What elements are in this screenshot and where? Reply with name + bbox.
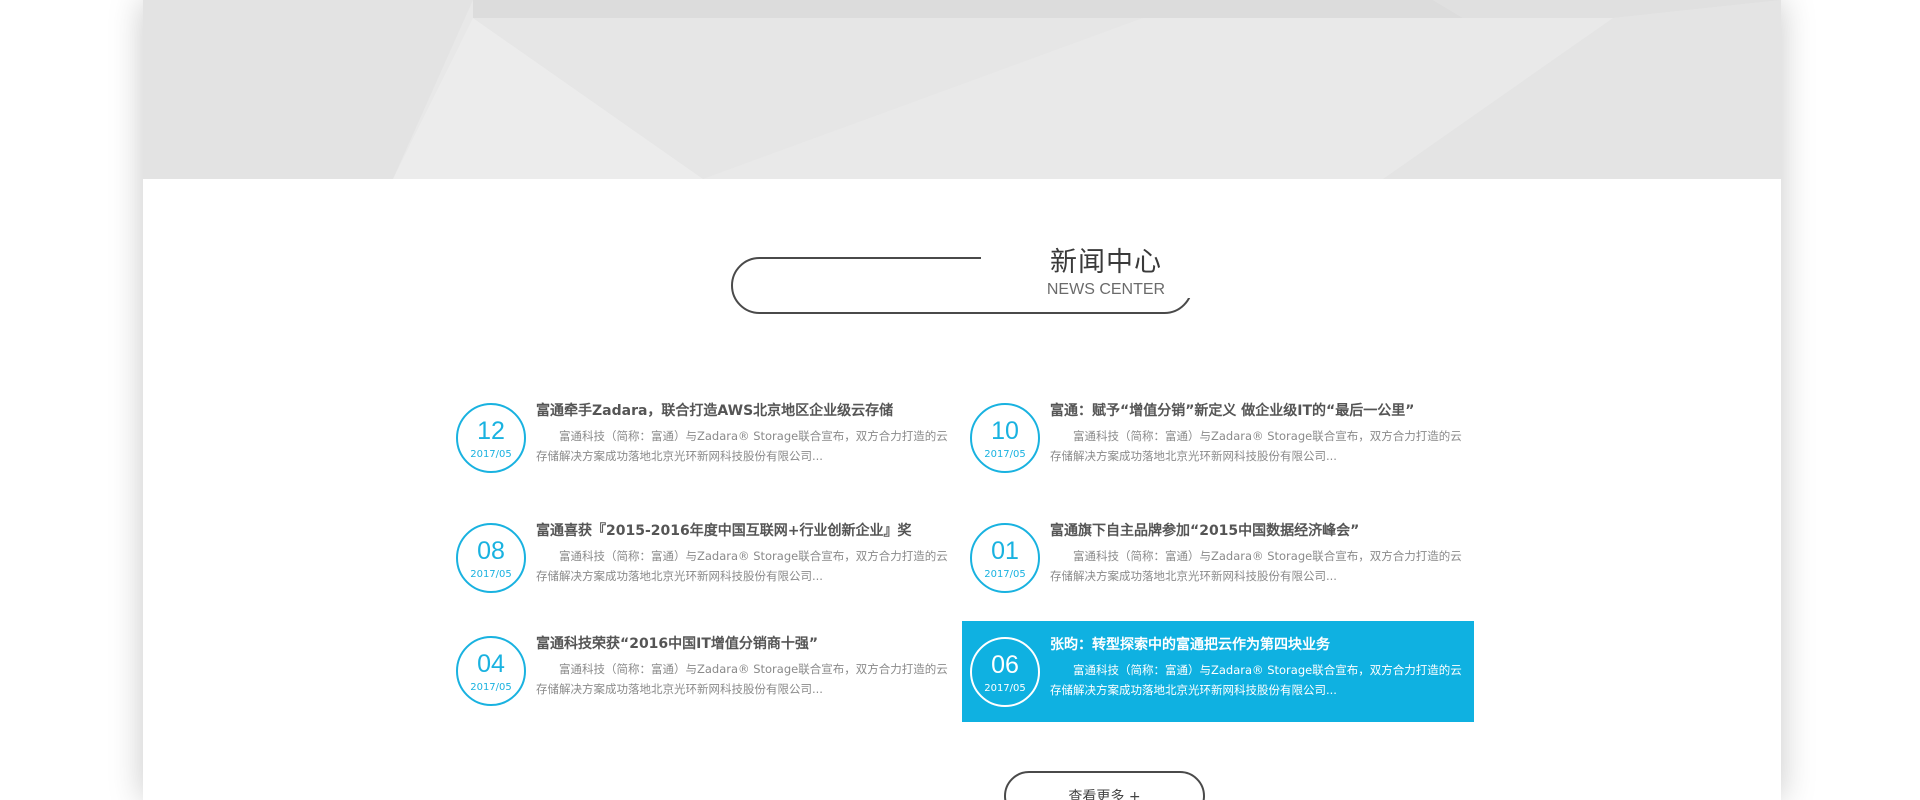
date-year-month: 2017/05	[984, 569, 1026, 580]
news-title[interactable]: 富通旗下自主品牌参加“2015中国数据经济峰会”	[1050, 521, 1470, 541]
news-item-highlighted[interactable]: 06 2017/05 张昀：转型探索中的富通把云作为第四块业务 富通科技（简称：…	[962, 621, 1474, 722]
view-more-label: 查看更多 +	[1068, 789, 1141, 800]
news-item[interactable]: 12 2017/05 富通牵手Zadara，联合打造AWS北京地区企业级云存储 …	[444, 387, 956, 488]
banner-facets	[143, 0, 1781, 179]
section-title: 新闻中心	[1050, 247, 1162, 278]
date-day: 01	[991, 537, 1019, 565]
date-badge: 08 2017/05	[456, 523, 526, 593]
date-day: 08	[477, 537, 505, 565]
date-day: 06	[991, 651, 1019, 679]
date-year-month: 2017/05	[984, 683, 1026, 694]
news-item[interactable]: 04 2017/05 富通科技荣获“2016中国IT增值分销商十强” 富通科技（…	[444, 620, 956, 721]
news-summary: 富通科技（简称：富通）与Zadara® Storage联合宣布，双方合力打造的云…	[1050, 549, 1462, 583]
news-item[interactable]: 10 2017/05 富通：赋予“增值分销”新定义 做企业级IT的“最后一公里”…	[958, 387, 1470, 488]
news-item[interactable]: 08 2017/05 富通喜获『2015-2016年度中国互联网+行业创新企业』…	[444, 507, 956, 608]
date-day: 12	[477, 417, 505, 445]
news-summary: 富通科技（简称：富通）与Zadara® Storage联合宣布，双方合力打造的云…	[536, 429, 948, 463]
banner-image	[143, 0, 1781, 179]
page-frame: 新闻中心 NEWS CENTER 12 2017/05 富通牵手Zadara，联…	[143, 0, 1781, 800]
news-summary: 富通科技（简称：富通）与Zadara® Storage联合宣布，双方合力打造的云…	[1050, 663, 1462, 697]
date-year-month: 2017/05	[984, 449, 1026, 460]
date-badge: 04 2017/05	[456, 636, 526, 706]
news-title[interactable]: 富通：赋予“增值分销”新定义 做企业级IT的“最后一公里”	[1050, 401, 1470, 421]
news-title[interactable]: 张昀：转型探索中的富通把云作为第四块业务	[1050, 635, 1470, 655]
news-title[interactable]: 富通牵手Zadara，联合打造AWS北京地区企业级云存储	[536, 401, 956, 421]
news-summary: 富通科技（简称：富通）与Zadara® Storage联合宣布，双方合力打造的云…	[536, 549, 948, 583]
date-day: 10	[991, 417, 1019, 445]
date-year-month: 2017/05	[470, 449, 512, 460]
date-badge: 12 2017/05	[456, 403, 526, 473]
date-day: 04	[477, 650, 505, 678]
news-summary: 富通科技（简称：富通）与Zadara® Storage联合宣布，双方合力打造的云…	[536, 662, 948, 696]
section-subtitle: NEWS CENTER	[1046, 281, 1166, 298]
view-more-button[interactable]: 查看更多 +	[1004, 771, 1205, 800]
news-title[interactable]: 富通科技荣获“2016中国IT增值分销商十强”	[536, 634, 956, 654]
date-year-month: 2017/05	[470, 682, 512, 693]
date-badge: 01 2017/05	[970, 523, 1040, 593]
news-summary: 富通科技（简称：富通）与Zadara® Storage联合宣布，双方合力打造的云…	[1050, 429, 1462, 463]
date-badge: 06 2017/05	[970, 637, 1040, 707]
news-item[interactable]: 01 2017/05 富通旗下自主品牌参加“2015中国数据经济峰会” 富通科技…	[958, 507, 1470, 608]
news-title[interactable]: 富通喜获『2015-2016年度中国互联网+行业创新企业』奖	[536, 521, 956, 541]
date-year-month: 2017/05	[470, 569, 512, 580]
date-badge: 10 2017/05	[970, 403, 1040, 473]
